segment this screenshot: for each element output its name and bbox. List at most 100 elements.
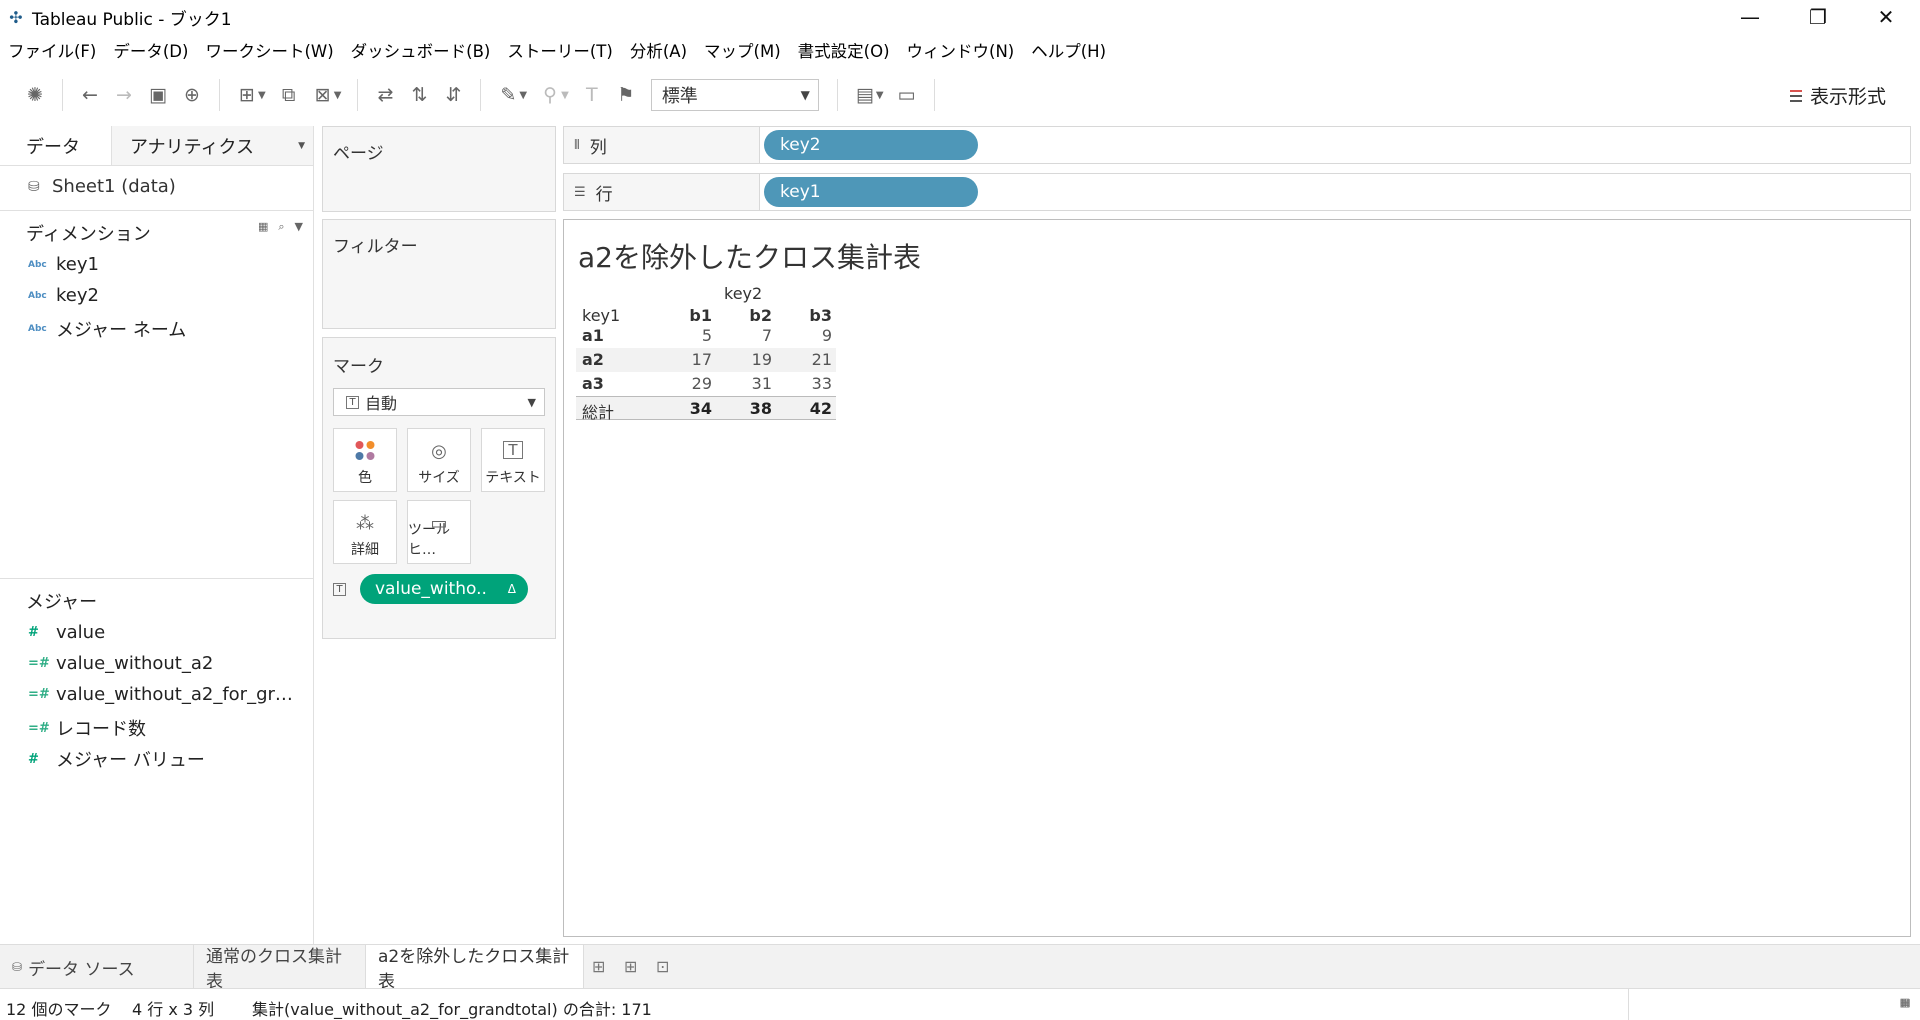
new-dashboard-icon[interactable]: ⊞	[624, 957, 637, 976]
grand-total-label[interactable]: 総計	[582, 399, 614, 423]
table-cell[interactable]: 19	[732, 350, 772, 369]
field-value[interactable]: # value	[28, 622, 105, 643]
duplicate-sheet-icon[interactable]: ⧉	[272, 78, 306, 112]
sort-ascending-icon[interactable]: ⇅	[402, 78, 436, 112]
number-type-icon: #	[28, 625, 39, 640]
color-button[interactable]: 色	[333, 428, 397, 492]
key1-pill[interactable]: key1	[764, 177, 978, 207]
menu-story[interactable]: ストーリー(T)	[507, 38, 612, 62]
menu-format[interactable]: 書式設定(O)	[798, 38, 890, 62]
table-cell[interactable]: 38	[732, 399, 772, 418]
column-header[interactable]: b1	[672, 306, 712, 325]
menu-analysis[interactable]: 分析(A)	[630, 38, 687, 62]
highlight-dropdown-icon[interactable]: ▼	[519, 90, 527, 101]
new-story-icon[interactable]: ⊡	[656, 957, 669, 976]
table-cell[interactable]: 33	[792, 374, 832, 393]
restore-button[interactable]: ❐	[1784, 0, 1852, 34]
search-icon[interactable]: ⌕	[278, 220, 284, 234]
tooltip-button[interactable]: ▭ ツールヒ…	[407, 500, 471, 564]
row-header[interactable]: a3	[582, 374, 604, 393]
save-icon[interactable]: ▣	[141, 78, 175, 112]
size-button[interactable]: ◎ サイズ	[407, 428, 471, 492]
color-icon	[355, 441, 375, 460]
tab-analytics[interactable]: アナリティクス ▼	[112, 126, 313, 165]
menu-data[interactable]: データ(D)	[113, 38, 188, 62]
row-field-header[interactable]: key1	[582, 306, 620, 325]
field-value-without-a2[interactable]: =# value_without_a2	[28, 653, 213, 674]
size-label: サイズ	[418, 470, 460, 486]
chevron-down-icon[interactable]: ▼	[295, 220, 303, 234]
menu-worksheet[interactable]: ワークシート(W)	[205, 38, 333, 62]
redo-icon[interactable]: →	[107, 78, 141, 112]
sort-descending-icon[interactable]: ⇵	[436, 78, 470, 112]
pages-card[interactable]: ページ	[322, 126, 556, 212]
detail-button[interactable]: ⁂ 詳細	[333, 500, 397, 564]
table-cell[interactable]: 21	[792, 350, 832, 369]
menu-map[interactable]: マップ(M)	[704, 38, 781, 62]
row-header[interactable]: a1	[582, 326, 604, 345]
new-worksheet-dropdown-icon[interactable]: ▼	[258, 90, 266, 101]
tab-data[interactable]: データ	[0, 126, 112, 165]
row-header[interactable]: a2	[582, 350, 604, 369]
column-field-header[interactable]: key2	[724, 284, 762, 303]
marks-card-title: マーク	[333, 357, 384, 377]
fit-select[interactable]: 標準 ▼	[650, 79, 819, 111]
group-dropdown-icon[interactable]: ▼	[561, 90, 569, 101]
table-cell[interactable]: 31	[732, 374, 772, 393]
tab-sheet-normal-crosstab[interactable]: 通常のクロス集計表	[194, 945, 366, 992]
clear-sheet-dropdown-icon[interactable]: ▼	[334, 90, 342, 101]
minimize-button[interactable]: —	[1716, 0, 1784, 34]
rows-label: 行	[595, 184, 613, 205]
new-worksheet-icon[interactable]: ⊞	[592, 957, 605, 976]
tableau-logo-icon: ✣	[9, 7, 23, 27]
show-me-button[interactable]: 表示形式	[1789, 82, 1886, 109]
new-datasource-icon[interactable]: ⊕	[175, 78, 209, 112]
text-button[interactable]: T テキスト	[481, 428, 545, 492]
menu-dashboard[interactable]: ダッシュボード(B)	[351, 38, 491, 62]
data-pane: データ アナリティクス ▼ ⛁ Sheet1 (data) ディメンション ▦ …	[0, 126, 314, 944]
field-measure-names[interactable]: Abc メジャー ネーム	[28, 316, 186, 342]
status-sum: 集計(value_without_a2_for_grandtotal) の合計:…	[252, 1000, 652, 1019]
key2-pill[interactable]: key2	[764, 130, 978, 160]
column-header[interactable]: b3	[792, 306, 832, 325]
menu-file[interactable]: ファイル(F)	[8, 38, 96, 62]
string-type-icon: Abc	[28, 290, 47, 301]
field-label: key2	[56, 285, 99, 306]
column-header[interactable]: b2	[732, 306, 772, 325]
field-key2[interactable]: Abc key2	[28, 285, 99, 306]
table-cell[interactable]: 42	[792, 399, 832, 418]
presentation-mode-icon[interactable]: ▭	[890, 78, 924, 112]
field-key1[interactable]: Abc key1	[28, 254, 99, 275]
filters-card[interactable]: フィルター	[322, 219, 556, 329]
table-cell[interactable]: 7	[732, 326, 772, 345]
field-value-without-a2-for-grandtotal[interactable]: =# value_without_a2_for_gr…	[28, 684, 293, 705]
tab-sheet-crosstab-without-a2[interactable]: a2を除外したクロス集計表	[366, 945, 584, 992]
table-cell[interactable]: 29	[672, 374, 712, 393]
mark-type-select[interactable]: T 自動 ▼	[333, 388, 545, 416]
tabs-icon[interactable]: ▥	[1900, 996, 1910, 1009]
view-toggle-icon[interactable]: ▦	[258, 220, 268, 234]
swap-rows-columns-icon[interactable]: ⇄	[368, 78, 402, 112]
tableau-home-icon[interactable]: ✺	[18, 78, 52, 112]
datasource-item[interactable]: ⛁ Sheet1 (data)	[28, 176, 176, 197]
show-cards-dropdown-icon[interactable]: ▼	[876, 90, 884, 101]
table-cell[interactable]: 34	[672, 399, 712, 418]
table-cell[interactable]: 17	[672, 350, 712, 369]
menu-window[interactable]: ウィンドウ(N)	[907, 38, 1015, 62]
field-record-count[interactable]: =# レコード数	[28, 715, 146, 741]
calculated-field-icon: =#	[28, 687, 50, 702]
table-cell[interactable]: 9	[792, 326, 832, 345]
show-mark-labels-icon[interactable]: T	[575, 78, 609, 112]
value-without-a2-pill[interactable]: value_witho.. Δ	[360, 574, 528, 604]
undo-icon[interactable]: ←	[73, 78, 107, 112]
show-me-label: 表示形式	[1809, 86, 1886, 108]
view-title[interactable]: a2を除外したクロス集計表	[578, 236, 921, 276]
table-cell[interactable]: 5	[672, 326, 712, 345]
field-measure-values[interactable]: # メジャー バリュー	[28, 746, 205, 772]
close-button[interactable]: ✕	[1852, 0, 1920, 34]
fix-axes-icon[interactable]: ⚑	[609, 78, 643, 112]
tab-data-source[interactable]: ⛁ データ ソース	[0, 945, 194, 989]
toolbar-separator	[933, 79, 935, 111]
menu-help[interactable]: ヘルプ(H)	[1031, 38, 1106, 62]
chevron-down-icon[interactable]: ▼	[298, 141, 305, 151]
